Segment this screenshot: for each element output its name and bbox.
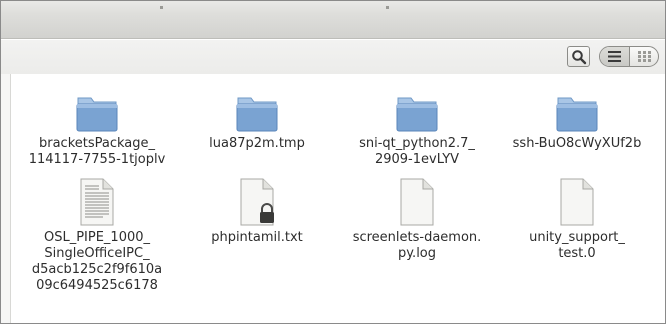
folder-icon [556, 97, 598, 132]
list-view-button[interactable] [600, 47, 630, 66]
file-label: lua87p2m.tmp [209, 136, 305, 151]
file-item[interactable]: screenlets-daemon. py.log [347, 178, 487, 268]
icon-view-button[interactable] [630, 47, 658, 66]
search-icon [572, 50, 587, 65]
view-switch [599, 46, 659, 67]
file-item[interactable]: phpintamil.txt [187, 178, 327, 258]
file-label: bracketsPackage_ 114117-7755-1tjoplv [28, 136, 166, 167]
file-item[interactable]: sni-qt_python2.7_ 2909-1evLYV [347, 90, 487, 170]
folder-icon [396, 97, 438, 132]
toolbar [1, 40, 665, 74]
file-item[interactable]: ssh-BuO8cWyXUf2b [507, 90, 647, 170]
file-item[interactable]: OSL_PIPE_1000_ SingleOfficeIPC_ d5acb125… [27, 178, 167, 298]
file-label: unity_support_ test.0 [529, 230, 625, 261]
file-label: sni-qt_python2.7_ 2909-1evLYV [359, 136, 475, 167]
locked-file-icon [240, 178, 274, 226]
search-button[interactable] [567, 46, 590, 67]
title-mark [160, 6, 163, 9]
file-icon [400, 178, 434, 226]
file-item[interactable]: lua87p2m.tmp [187, 90, 327, 170]
file-item[interactable]: unity_support_ test.0 [507, 178, 647, 268]
file-label: phpintamil.txt [211, 230, 303, 245]
title-bar[interactable] [1, 1, 665, 39]
file-manager-window: bracketsPackage_ 114117-7755-1tjoplv lua… [0, 0, 666, 324]
list-view-icon [608, 51, 621, 62]
grid-view-icon [638, 51, 651, 62]
file-label: OSL_PIPE_1000_ SingleOfficeIPC_ d5acb125… [31, 230, 163, 293]
file-icon [560, 178, 594, 226]
title-mark [386, 6, 389, 9]
file-grid: bracketsPackage_ 114117-7755-1tjoplv lua… [1, 74, 665, 323]
file-item[interactable]: bracketsPackage_ 114117-7755-1tjoplv [27, 90, 167, 170]
folder-icon [76, 97, 118, 132]
file-label: ssh-BuO8cWyXUf2b [512, 136, 642, 151]
folder-icon [236, 97, 278, 132]
text-file-icon [80, 178, 114, 226]
file-label: screenlets-daemon. py.log [352, 230, 482, 261]
